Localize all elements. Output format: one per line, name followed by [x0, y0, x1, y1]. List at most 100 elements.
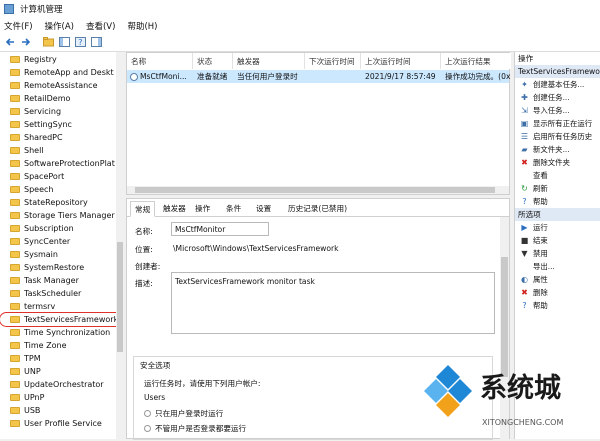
- task-list-hscrollbar[interactable]: [127, 186, 509, 194]
- menu-view[interactable]: 查看(V): [86, 20, 115, 32]
- tree-item-label: Registry: [24, 55, 57, 64]
- watermark-domain: XITONGCHENG.COM: [482, 418, 563, 427]
- create-task-icon: ✚: [521, 92, 528, 102]
- radio-run-logged-on[interactable]: [144, 410, 151, 417]
- tree-item[interactable]: Sysmain: [0, 248, 123, 261]
- action-help[interactable]: ? 帮助: [515, 299, 600, 312]
- tree-item[interactable]: UPnP: [0, 391, 123, 404]
- action-label: 删除文件夹: [533, 158, 570, 167]
- action-run[interactable]: ▶ 运行: [515, 221, 600, 234]
- tree-item[interactable]: UNP: [0, 365, 123, 378]
- tab-history[interactable]: 历史记录(已禁用): [284, 201, 351, 215]
- action-running-tasks[interactable]: ▣ 显示所有正在运行: [515, 117, 600, 130]
- tree-item[interactable]: Speech: [0, 183, 123, 196]
- action-new-folder[interactable]: ▰ 新文件夹...: [515, 143, 600, 156]
- tree-item[interactable]: Servicing: [0, 105, 123, 118]
- action-history[interactable]: ☰ 启用所有任务历史: [515, 130, 600, 143]
- tree-item[interactable]: RetailDemo: [0, 92, 123, 105]
- column-header-last-result[interactable]: 上次运行结果: [441, 53, 511, 69]
- action-label: 帮助: [533, 301, 548, 310]
- tab-general[interactable]: 常规: [130, 201, 156, 217]
- action-help[interactable]: ? 帮助: [515, 195, 600, 208]
- actions-section-folder[interactable]: TextServicesFramework: [515, 65, 600, 78]
- tree-item-label: SoftwareProtectionPlat: [24, 159, 115, 168]
- action-label: 导入任务...: [533, 106, 570, 115]
- tree-item[interactable]: TaskScheduler: [0, 287, 123, 300]
- menu-help[interactable]: 帮助(H): [127, 20, 157, 32]
- menu-action[interactable]: 操作(A): [45, 20, 74, 32]
- action-delete-folder[interactable]: ✖ 删除文件夹: [515, 156, 600, 169]
- action-disable[interactable]: ▼ 禁用: [515, 247, 600, 260]
- tree-item[interactable]: SpacePort: [0, 170, 123, 183]
- folder-icon: [10, 381, 20, 388]
- name-field[interactable]: MsCtfMonitor: [171, 222, 269, 236]
- actions-section-selected[interactable]: 所选项: [515, 208, 600, 221]
- up-folder-icon[interactable]: [42, 36, 54, 48]
- tab-triggers[interactable]: 触发器: [159, 201, 190, 215]
- tree-item[interactable]: SettingSync: [0, 118, 123, 131]
- column-header-status[interactable]: 状态: [193, 53, 233, 69]
- menu-file[interactable]: 文件(F): [4, 20, 33, 32]
- action-create-basic-task[interactable]: ✦ 创建基本任务...: [515, 78, 600, 91]
- forward-arrow-icon[interactable]: [20, 36, 32, 48]
- tree-item[interactable]: User Profile Service: [0, 417, 123, 430]
- tree-item-label: USB: [24, 406, 41, 415]
- action-properties[interactable]: ◐ 属性: [515, 273, 600, 286]
- tree-item[interactable]: UpdateOrchestrator: [0, 378, 123, 391]
- tab-settings[interactable]: 设置: [252, 201, 275, 215]
- run-icon: ▶: [521, 222, 528, 232]
- help-icon[interactable]: ?: [74, 36, 86, 48]
- tab-actions[interactable]: 操作: [191, 201, 214, 215]
- column-header-next-run[interactable]: 下次运行时间: [305, 53, 361, 69]
- show-action-pane-icon[interactable]: [90, 36, 102, 48]
- tree-scrollbar[interactable]: [116, 52, 124, 439]
- tree-item[interactable]: Shell: [0, 144, 123, 157]
- radio-run-always[interactable]: [144, 425, 151, 432]
- tree-item[interactable]: Subscription: [0, 222, 123, 235]
- tree-item[interactable]: Time Synchronization: [0, 326, 123, 339]
- action-import[interactable]: ⇲ 导入任务...: [515, 104, 600, 117]
- tree-item[interactable]: Task Manager: [0, 274, 123, 287]
- description-field[interactable]: TextServicesFramework monitor task: [171, 272, 495, 334]
- tree-item-label: Speech: [24, 185, 54, 194]
- tree-scrollbar-thumb[interactable]: [117, 242, 123, 352]
- task-list-hscroll-thumb[interactable]: [135, 187, 495, 193]
- tree-item[interactable]: StateRepository: [0, 196, 123, 209]
- back-arrow-icon[interactable]: [4, 36, 16, 48]
- action-label: 删除: [533, 288, 548, 297]
- tree-item[interactable]: Storage Tiers Manager: [0, 209, 123, 222]
- tree-item[interactable]: SharedPC: [0, 131, 123, 144]
- tree-item-label: UNP: [24, 367, 41, 376]
- column-header-last-run[interactable]: 上次运行时间: [361, 53, 441, 69]
- folder-icon: [10, 225, 20, 232]
- action-view[interactable]: 查看: [515, 169, 600, 182]
- tree-item-label: UpdateOrchestrator: [24, 380, 104, 389]
- tree-item[interactable]: SoftwareProtectionPlat: [0, 157, 123, 170]
- action-export[interactable]: 导出...: [515, 260, 600, 273]
- action-create-task[interactable]: ✚ 创建任务...: [515, 91, 600, 104]
- help-icon: ?: [522, 196, 527, 206]
- tree-item[interactable]: RemoteApp and Deskt: [0, 66, 123, 79]
- action-label: 帮助: [533, 197, 548, 206]
- action-label: 启用所有任务历史: [533, 132, 593, 141]
- description-label: 描述:: [135, 279, 153, 288]
- tree-item[interactable]: Time Zone: [0, 339, 123, 352]
- tree-item[interactable]: SystemRestore: [0, 261, 123, 274]
- tab-conditions[interactable]: 条件: [222, 201, 245, 215]
- column-header-trigger[interactable]: 触发器: [233, 53, 305, 69]
- tree-item[interactable]: RemoteAssistance: [0, 79, 123, 92]
- column-header-name[interactable]: 名称: [127, 53, 193, 69]
- show-hide-tree-icon[interactable]: [58, 36, 70, 48]
- tree-item[interactable]: SyncCenter: [0, 235, 123, 248]
- action-delete[interactable]: ✖ 删除: [515, 286, 600, 299]
- tree-item-label: TPM: [24, 354, 41, 363]
- tree-item[interactable]: TPM: [0, 352, 123, 365]
- action-end[interactable]: ■ 结束: [515, 234, 600, 247]
- menu-bar: 文件(F) 操作(A) 查看(V) 帮助(H): [0, 18, 600, 33]
- tree-item[interactable]: TextServicesFramework: [0, 312, 123, 327]
- action-refresh[interactable]: ↻ 刷新: [515, 182, 600, 195]
- tree-item[interactable]: Registry: [0, 53, 123, 66]
- tree-item[interactable]: USB: [0, 404, 123, 417]
- tree-item[interactable]: termsrv: [0, 300, 123, 313]
- table-row[interactable]: MsCtfMoni... 准备就绪 当任何用户登录时 2021/9/17 8:5…: [127, 70, 511, 83]
